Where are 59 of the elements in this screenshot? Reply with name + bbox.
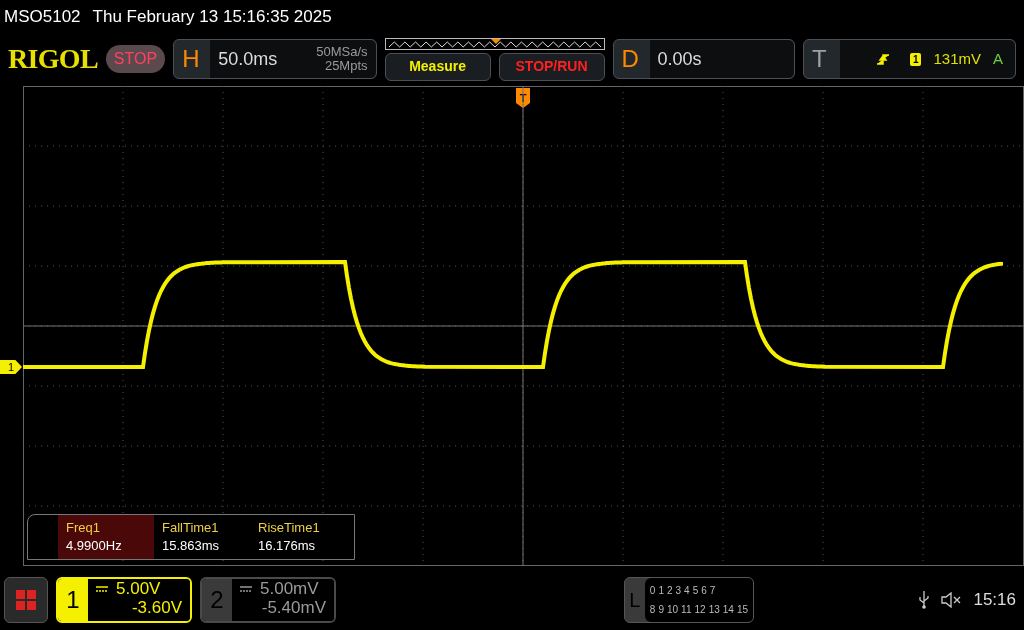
logic-channel-label: 4 bbox=[684, 584, 690, 598]
speaker-muted-icon bbox=[941, 592, 962, 608]
model-name: MSO5102 bbox=[4, 6, 81, 29]
channel-offset: -3.60V bbox=[131, 598, 182, 617]
logic-channel-label: 5 bbox=[692, 584, 699, 598]
channel-number: 1 bbox=[58, 579, 88, 621]
logic-letter: L bbox=[628, 588, 642, 613]
logic-channel-label: 0 bbox=[649, 584, 656, 598]
logic-channel-label: 6 bbox=[701, 584, 707, 598]
dc-coupling-icon bbox=[96, 585, 108, 592]
channel-number: 2 bbox=[202, 579, 232, 621]
trigger-letter: T bbox=[811, 44, 828, 74]
channel-panel[interactable]: 2 5.00mV -5.40mV bbox=[200, 577, 336, 623]
logic-channel-label: 12 bbox=[694, 603, 706, 617]
measure-button[interactable]: Measure bbox=[384, 52, 491, 81]
date-time: Thu February 13 15:16:35 2025 bbox=[92, 6, 332, 29]
grid-icon bbox=[16, 590, 36, 610]
channel-scale: 5.00mV bbox=[260, 579, 319, 598]
horizontal-letter: H bbox=[182, 44, 201, 74]
logic-channel-label: 11 bbox=[681, 603, 692, 617]
channel-offset: -5.40mV bbox=[261, 598, 326, 617]
channel-marker: 1 bbox=[0, 360, 22, 374]
logic-channel-label: 14 bbox=[722, 603, 734, 617]
dc-coupling-icon bbox=[240, 585, 252, 592]
memory-depth: 25Mpts bbox=[324, 59, 368, 73]
measurement-value: 4.9900Hz bbox=[66, 538, 123, 554]
logo: RIGOL bbox=[8, 42, 98, 76]
app-menu-button[interactable] bbox=[4, 577, 48, 623]
channel-panel[interactable]: 1 5.00V -3.60V bbox=[56, 577, 192, 623]
trigger-level: 131mV bbox=[933, 48, 981, 69]
logic-channel-label: 15 bbox=[736, 603, 748, 617]
usb-icon bbox=[919, 591, 930, 609]
trigger-mode: A bbox=[993, 48, 1003, 69]
stop-run-button[interactable]: STOP/RUN bbox=[498, 52, 605, 81]
logic-channel-label: 9 bbox=[658, 603, 664, 617]
logic-channel-label: 2 bbox=[667, 584, 673, 598]
measurement-item[interactable]: Freq1 4.9900Hz bbox=[58, 515, 154, 559]
delay-letter: D bbox=[621, 44, 640, 74]
logic-channel-label: 7 bbox=[709, 584, 716, 598]
measurement-name: Freq1 bbox=[66, 520, 101, 536]
measurement-value: 16.176ms bbox=[258, 538, 317, 554]
logic-channel-label: 1 bbox=[658, 584, 664, 598]
clock-time: 15:16 bbox=[973, 589, 1016, 612]
measurement-name: FallTime1 bbox=[162, 520, 220, 536]
logic-channel-label: 10 bbox=[667, 603, 679, 617]
delay-value: 0.00s bbox=[657, 47, 702, 71]
channel-scale: 5.00V bbox=[116, 579, 161, 598]
measurement-value: 15.863ms bbox=[162, 538, 221, 554]
timebase-value: 50.0ms bbox=[218, 47, 278, 71]
measurement-item[interactable]: RiseTime1 16.176ms bbox=[250, 515, 346, 559]
measurement-item[interactable]: FallTime1 15.863ms bbox=[154, 515, 250, 559]
logic-channel-label: 13 bbox=[708, 603, 720, 617]
logic-channel-label: 3 bbox=[675, 584, 682, 598]
rising-edge-icon bbox=[875, 52, 890, 66]
sample-rate: 50MSa/s bbox=[316, 45, 368, 59]
logic-channel-label: 8 bbox=[649, 603, 656, 617]
logic-panel[interactable]: L 0 1 2 3 4 5 6 7 8 9 10 11 12 13 14 15 bbox=[624, 577, 754, 623]
trigger-source: 1 bbox=[909, 52, 922, 66]
measurement-name: RiseTime1 bbox=[258, 520, 321, 536]
